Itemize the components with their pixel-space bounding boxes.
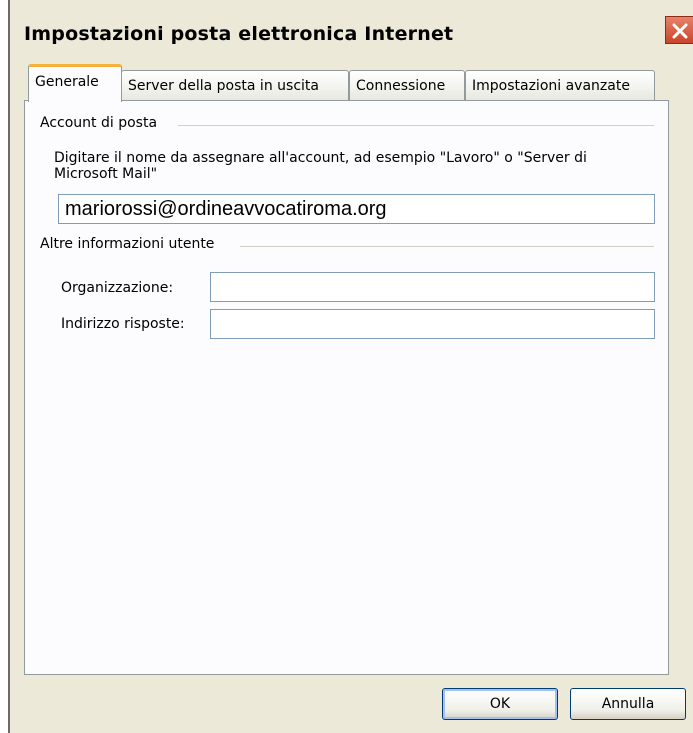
tab-label: Connessione [356, 78, 446, 94]
title-bar: Impostazioni posta elettronica Internet [10, 0, 693, 63]
organization-field[interactable] [210, 272, 655, 302]
organization-label: Organizzazione: [61, 280, 174, 296]
tab-label: Impostazioni avanzate [472, 78, 630, 94]
group-label-user-info: Altre informazioni utente [40, 236, 221, 252]
group-divider [240, 246, 654, 247]
tab-panel-generale [24, 100, 669, 675]
close-icon [672, 23, 688, 39]
tab-server-posta-uscita[interactable]: Server della posta in uscita [121, 70, 349, 100]
window-title: Impostazioni posta elettronica Internet [24, 23, 454, 45]
reply-address-field[interactable] [210, 309, 655, 339]
group-divider [178, 125, 654, 126]
window-left-border [8, 0, 10, 733]
cancel-button[interactable]: Annulla [570, 688, 686, 720]
tab-connessione[interactable]: Connessione [349, 70, 465, 100]
tab-impostazioni-avanzate[interactable]: Impostazioni avanzate [465, 70, 655, 100]
account-name-value: mariorossi@ordineavvocatiroma.org [65, 198, 387, 220]
account-name-field[interactable]: mariorossi@ordineavvocatiroma.org [58, 194, 655, 224]
tab-generale[interactable]: Generale [28, 64, 122, 102]
tab-label: Server della posta in uscita [128, 78, 319, 94]
account-description: Digitare il nome da assegnare all'accoun… [54, 150, 587, 182]
tab-label: Generale [35, 74, 99, 90]
reply-address-label: Indirizzo risposte: [61, 316, 185, 332]
ok-button[interactable]: OK [442, 688, 558, 720]
group-label-account: Account di posta [40, 115, 164, 131]
close-button[interactable] [665, 16, 693, 44]
